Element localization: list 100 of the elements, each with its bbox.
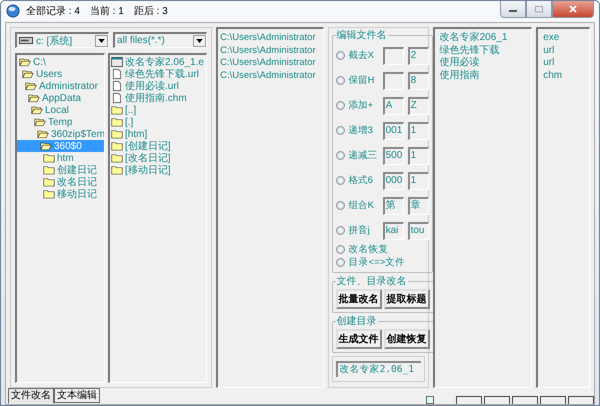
minimize-button[interactable] bbox=[500, 1, 526, 18]
maximize-icon bbox=[534, 5, 544, 13]
cut-off-button[interactable] bbox=[456, 396, 482, 404]
input-field[interactable]: 8 bbox=[408, 72, 429, 90]
window-icon bbox=[111, 57, 123, 67]
name-item: 绿色先锋下载 bbox=[440, 44, 501, 56]
input-field[interactable]: kai bbox=[382, 222, 404, 240]
radio-button[interactable] bbox=[336, 101, 345, 110]
file-list-item[interactable]: [htm] bbox=[111, 128, 206, 140]
extension-item: url bbox=[543, 57, 556, 70]
input-field[interactable]: 000 bbox=[382, 172, 404, 190]
filter-dropdown[interactable]: all files(*.*) bbox=[113, 32, 208, 48]
radio-button[interactable] bbox=[336, 51, 345, 60]
input-field[interactable]: 2 bbox=[408, 46, 429, 64]
option-label: 改名恢复 bbox=[348, 244, 389, 256]
option-label: 目录<=>文件 bbox=[348, 256, 406, 268]
file-list-item[interactable]: [移动日记] bbox=[111, 164, 206, 176]
input-field[interactable]: Z bbox=[408, 96, 429, 114]
caret-icon bbox=[98, 38, 106, 42]
tree-item[interactable]: Users bbox=[17, 68, 104, 80]
open-folder-icon bbox=[19, 57, 31, 67]
input-field[interactable]: 1 bbox=[408, 146, 429, 164]
input-field[interactable] bbox=[382, 72, 404, 90]
path-item: C:\Users\Administrator bbox=[220, 32, 317, 44]
group-title: 编辑文件名 bbox=[336, 28, 388, 42]
file-list-item[interactable]: [创建日记] bbox=[111, 140, 206, 152]
input-field[interactable]: tou bbox=[408, 222, 429, 240]
open-folder-icon bbox=[22, 69, 34, 79]
radio-button[interactable] bbox=[336, 176, 345, 185]
tree-item[interactable]: C:\ bbox=[17, 56, 104, 68]
tree-item[interactable]: 改名日记 bbox=[17, 176, 104, 188]
input-field[interactable]: 001 bbox=[382, 122, 404, 140]
app-icon bbox=[6, 4, 20, 18]
input-field[interactable]: 第 bbox=[382, 196, 404, 214]
input-field[interactable] bbox=[382, 46, 404, 64]
tab[interactable]: 文本编辑 bbox=[54, 388, 100, 403]
file-list-item[interactable]: 使用指南.chm bbox=[111, 92, 206, 104]
tree-item[interactable]: 360$0 bbox=[17, 140, 104, 152]
cut-off-button[interactable] bbox=[512, 396, 538, 404]
folder-icon bbox=[111, 165, 123, 175]
tree-item[interactable]: AppData bbox=[17, 92, 104, 104]
record-count-text: 距后 : 3 bbox=[134, 4, 168, 18]
extension-item: chm bbox=[543, 70, 564, 82]
folder-icon bbox=[43, 189, 55, 199]
open-folder-icon bbox=[31, 105, 43, 115]
radio-button[interactable] bbox=[336, 76, 345, 85]
radio-button[interactable] bbox=[336, 201, 345, 210]
action-button[interactable]: 创建恢复 bbox=[384, 329, 430, 349]
file-list-item[interactable]: [.] bbox=[111, 116, 206, 128]
option-label: 添加+ bbox=[348, 100, 374, 112]
caret-icon bbox=[196, 38, 204, 42]
cut-off-button[interactable] bbox=[484, 396, 510, 404]
option-label: 递增3 bbox=[348, 124, 374, 136]
tree-item[interactable]: Administrator bbox=[17, 80, 104, 92]
action-button[interactable]: 提取标题 bbox=[384, 289, 430, 309]
action-button[interactable]: 批量改名 bbox=[336, 289, 382, 309]
tree-item[interactable]: 创建日记 bbox=[17, 164, 104, 176]
tab[interactable]: 文件改名 bbox=[8, 388, 54, 404]
radio-button[interactable] bbox=[336, 151, 345, 160]
path-item: C:\Users\Administrator bbox=[220, 44, 317, 57]
tree-item[interactable]: 360zip$Tem bbox=[17, 128, 104, 140]
input-field[interactable]: 1 bbox=[408, 122, 429, 140]
tree-item[interactable]: htm bbox=[17, 152, 104, 164]
tree-item[interactable]: Local bbox=[17, 104, 104, 116]
record-count-text: 当前 : 1 bbox=[90, 4, 124, 18]
option-label: 拼音j bbox=[348, 224, 370, 236]
option-label: 递减三 bbox=[348, 150, 378, 162]
close-button[interactable] bbox=[552, 1, 594, 18]
input-field[interactable]: 1 bbox=[408, 172, 429, 190]
file-list-item[interactable]: 绿色先锋下载.url bbox=[111, 68, 206, 80]
radio-button[interactable] bbox=[336, 245, 345, 254]
action-button[interactable]: 生成文件 bbox=[336, 329, 382, 349]
file-list-item[interactable]: [改名日记] bbox=[111, 152, 206, 164]
open-folder-icon bbox=[34, 117, 46, 127]
document-icon bbox=[111, 69, 123, 79]
name-field[interactable]: 改名专家2.06_1 bbox=[336, 361, 421, 377]
close-icon bbox=[568, 5, 578, 13]
cut-off-button[interactable] bbox=[540, 396, 566, 404]
input-field[interactable]: A bbox=[382, 96, 404, 114]
checkbox[interactable] bbox=[426, 396, 434, 404]
input-field[interactable]: 500 bbox=[382, 146, 404, 164]
file-list-item[interactable]: 改名专家2.06_1.e bbox=[111, 56, 206, 68]
open-folder-icon bbox=[28, 93, 40, 103]
file-list-item[interactable]: [..] bbox=[111, 104, 206, 116]
cut-off-button[interactable] bbox=[568, 396, 594, 404]
extension-item: exe bbox=[543, 32, 560, 44]
option-label: 组合K bbox=[348, 200, 375, 212]
path-item: C:\Users\Administrator bbox=[220, 57, 317, 70]
tree-item[interactable]: 移动日记 bbox=[17, 188, 104, 200]
folder-icon bbox=[111, 153, 123, 163]
input-field[interactable]: 章 bbox=[408, 196, 429, 214]
group-title: 文件、目录改名 bbox=[336, 274, 408, 288]
drive-dropdown[interactable]: c: [系统] bbox=[15, 32, 110, 48]
radio-button[interactable] bbox=[336, 258, 345, 267]
path-item: C:\Users\Administrator bbox=[220, 70, 317, 82]
file-list-item[interactable]: 使用必读.url bbox=[111, 80, 206, 92]
folder-icon bbox=[111, 105, 123, 115]
tree-item[interactable]: Temp bbox=[17, 116, 104, 128]
radio-button[interactable] bbox=[336, 226, 345, 235]
radio-button[interactable] bbox=[336, 126, 345, 135]
